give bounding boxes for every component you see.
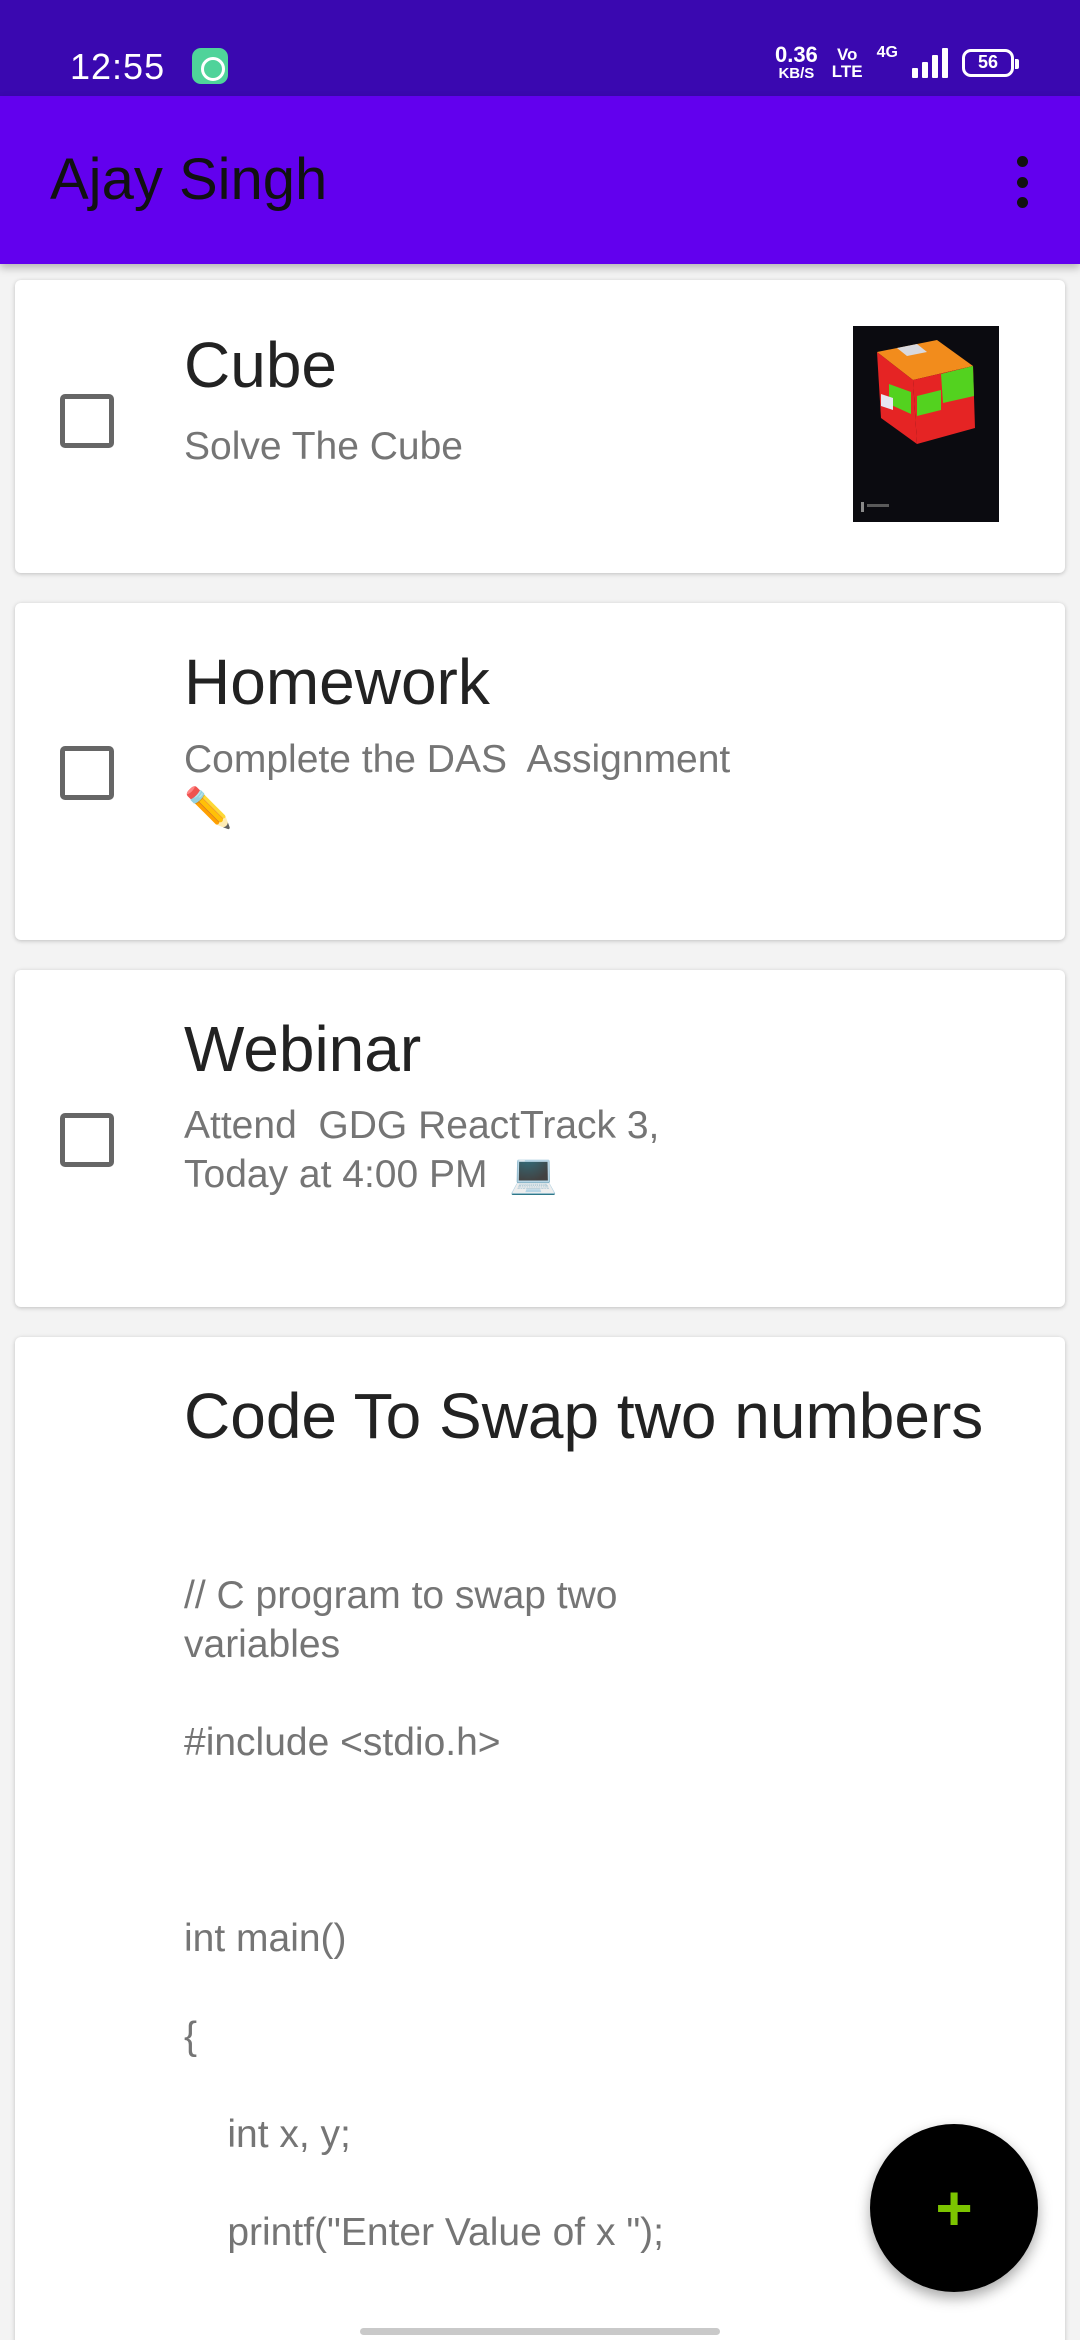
note-title: Code To Swap two numbers <box>184 1380 984 1452</box>
network-speed-unit: KB/S <box>778 65 815 82</box>
note-body: Attend GDG ReactTrack 3, Today at 4:00 P… <box>184 1104 660 1196</box>
note-card[interactable]: Cube Solve The Cube <box>15 280 1065 573</box>
note-body: Solve The Cube <box>184 425 463 468</box>
note-title: Webinar <box>184 1013 422 1085</box>
add-note-button[interactable]: + <box>870 2124 1038 2292</box>
status-indicators: 0.36 KB/S Vo LTE 4G 56 <box>774 42 1019 82</box>
network-speed-value: 0.36 <box>774 42 818 67</box>
note-card[interactable]: Webinar Attend GDG ReactTrack 3, Today a… <box>15 970 1065 1307</box>
note-body: Complete the DAS Assignment ✏️ <box>184 738 731 830</box>
notes-list[interactable]: Cube Solve The Cube Homework Complete th… <box>0 264 1080 2340</box>
more-vert-icon[interactable] <box>1004 154 1040 210</box>
volte-icon: Vo LTE <box>832 46 863 80</box>
volte-top: Vo <box>836 44 858 64</box>
note-body: // C program to swap two variables #incl… <box>184 1574 664 2254</box>
network-type: 4G <box>876 44 898 61</box>
note-checkbox[interactable] <box>60 394 114 448</box>
note-checkbox[interactable] <box>60 746 114 800</box>
network-speed: 0.36 KB/S <box>774 42 818 82</box>
status-time: 12:55 <box>70 46 166 87</box>
signal-strength-icon <box>912 47 948 78</box>
note-card[interactable]: Homework Complete the DAS Assignment ✏️ <box>15 603 1065 940</box>
note-image[interactable] <box>853 326 999 522</box>
app-title: Ajay Singh <box>50 147 328 212</box>
volte-bottom: LTE <box>831 61 863 81</box>
status-bar: 12:55 0.36 KB/S Vo LTE 4G 56 <box>0 0 1080 96</box>
add-icon: + <box>935 2172 973 2244</box>
note-checkbox[interactable] <box>60 1113 114 1167</box>
app-bar: Ajay Singh <box>0 96 1080 264</box>
note-title: Cube <box>184 329 337 401</box>
battery-level: 56 <box>977 52 999 72</box>
note-title: Homework <box>184 646 490 718</box>
home-indicator[interactable] <box>360 2328 720 2335</box>
battery-icon: 56 <box>962 48 1019 77</box>
notification-app-icon <box>192 48 228 84</box>
